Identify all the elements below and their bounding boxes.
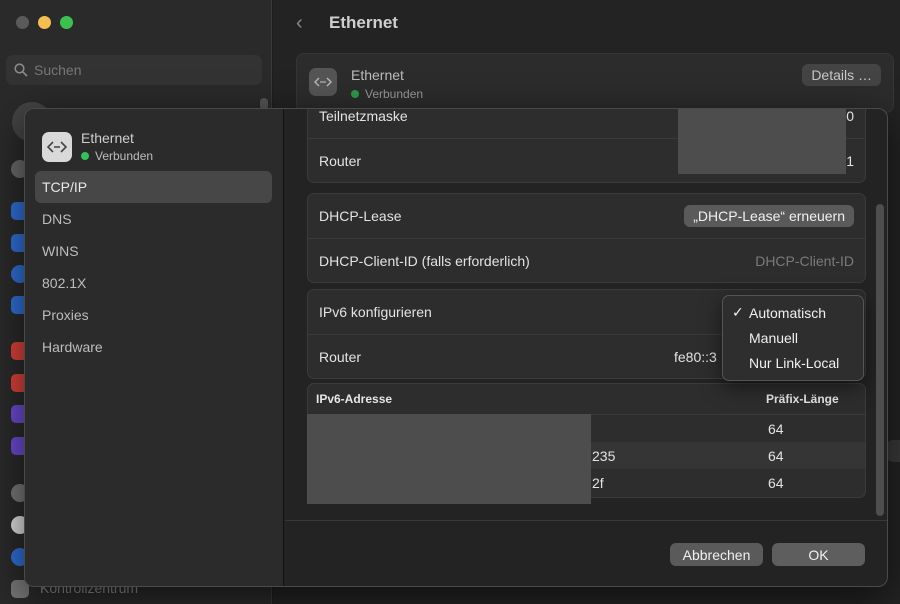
nav-item-tcpip[interactable]: TCP/IP <box>35 171 272 203</box>
ethernet-icon <box>309 68 337 96</box>
dhcp-client-id-label: DHCP-Client-ID (falls erforderlich) <box>319 252 530 269</box>
menu-item-automatic[interactable]: ✓ Automatisch <box>723 300 863 325</box>
card-status: Verbunden <box>351 87 423 101</box>
checkmark-icon: ✓ <box>732 304 744 320</box>
ethernet-icon <box>42 131 72 162</box>
subnet-label: Teilnetzmaske <box>319 108 408 124</box>
router-value: 1 <box>846 152 854 169</box>
card-status-label: Verbunden <box>365 87 424 101</box>
column-prefix-length[interactable]: Präfix-Länge <box>766 392 839 406</box>
interface-status-label: Verbunden <box>95 149 154 163</box>
sheet-sidebar: Ethernet Verbunden TCP/IP DNS WINS 802.1… <box>25 109 284 586</box>
menu-item-label: Manuell <box>749 329 799 346</box>
ok-button[interactable]: OK <box>772 543 865 566</box>
ipv6-address-cell: 235 <box>592 447 616 464</box>
table-header: IPv6-Adresse Präfix-Länge <box>308 384 865 415</box>
footer-divider <box>285 520 887 521</box>
search-icon <box>14 63 28 77</box>
ipv6-address-cell: 2f <box>592 474 604 491</box>
nav-item-hardware[interactable]: Hardware <box>35 331 272 363</box>
status-dot-icon <box>81 152 89 160</box>
router-label: Router <box>319 152 362 169</box>
nav-item-wins[interactable]: WINS <box>35 235 272 267</box>
tcpip-sheet: Ethernet Verbunden TCP/IP DNS WINS 802.1… <box>24 108 888 587</box>
sheet-header: Ethernet Verbunden <box>42 130 153 163</box>
redaction-block <box>678 109 846 174</box>
menu-item-label: Automatisch <box>749 304 827 321</box>
ipv6-router-value: fe80::3 <box>674 348 717 365</box>
background-control <box>886 440 900 462</box>
subnet-value: 0 <box>846 108 854 124</box>
ipv6-configure-label: IPv6 konfigurieren <box>319 304 432 320</box>
nav-item-dns[interactable]: DNS <box>35 203 272 235</box>
window-controls <box>16 16 73 29</box>
details-button[interactable]: Details … <box>802 64 881 86</box>
ipv6-configure-popup-menu: ✓ Automatisch Manuell Nur Link-Local <box>722 295 864 381</box>
renew-dhcp-lease-button[interactable]: „DHCP-Lease“ erneuern <box>684 205 854 227</box>
menu-item-manual[interactable]: Manuell <box>723 325 863 350</box>
menu-item-label: Nur Link-Local <box>749 354 840 371</box>
interface-status: Verbunden <box>81 149 153 163</box>
prefix-length-cell: 64 <box>768 474 784 491</box>
sheet-nav: TCP/IP DNS WINS 802.1X Proxies Hardware <box>35 171 272 363</box>
content-scrollbar[interactable] <box>876 204 884 516</box>
dhcp-client-id-row: DHCP-Client-ID (falls erforderlich) DHCP… <box>308 238 865 282</box>
prefix-length-cell: 64 <box>768 420 784 437</box>
cancel-button[interactable]: Abbrechen <box>670 543 763 566</box>
nav-item-8021x[interactable]: 802.1X <box>35 267 272 299</box>
minimize-window-button[interactable] <box>38 16 51 29</box>
prefix-length-cell: 64 <box>768 447 784 464</box>
ipv6-router-label: Router <box>319 348 362 365</box>
menu-item-link-local-only[interactable]: Nur Link-Local <box>723 350 863 375</box>
dhcp-client-id-input[interactable]: DHCP-Client-ID <box>755 253 854 269</box>
dhcp-lease-row: DHCP-Lease „DHCP-Lease“ erneuern <box>308 194 865 238</box>
column-ipv6-address[interactable]: IPv6-Adresse <box>316 392 392 406</box>
dhcp-group: DHCP-Lease „DHCP-Lease“ erneuern DHCP-Cl… <box>307 193 866 283</box>
ethernet-summary-card: Ethernet Verbunden Details … <box>296 53 894 113</box>
back-chevron-icon[interactable]: ‹ <box>296 12 303 35</box>
zoom-window-button[interactable] <box>60 16 73 29</box>
redaction-block <box>307 414 591 504</box>
interface-name: Ethernet <box>81 130 134 146</box>
search-placeholder: Suchen <box>34 62 82 78</box>
card-title: Ethernet <box>351 67 404 83</box>
nav-item-proxies[interactable]: Proxies <box>35 299 272 331</box>
search-field[interactable]: Suchen <box>6 55 262 85</box>
page-title: Ethernet <box>329 13 398 32</box>
dhcp-lease-label: DHCP-Lease <box>319 208 402 224</box>
close-window-button[interactable] <box>16 16 29 29</box>
status-dot-icon <box>351 90 359 98</box>
